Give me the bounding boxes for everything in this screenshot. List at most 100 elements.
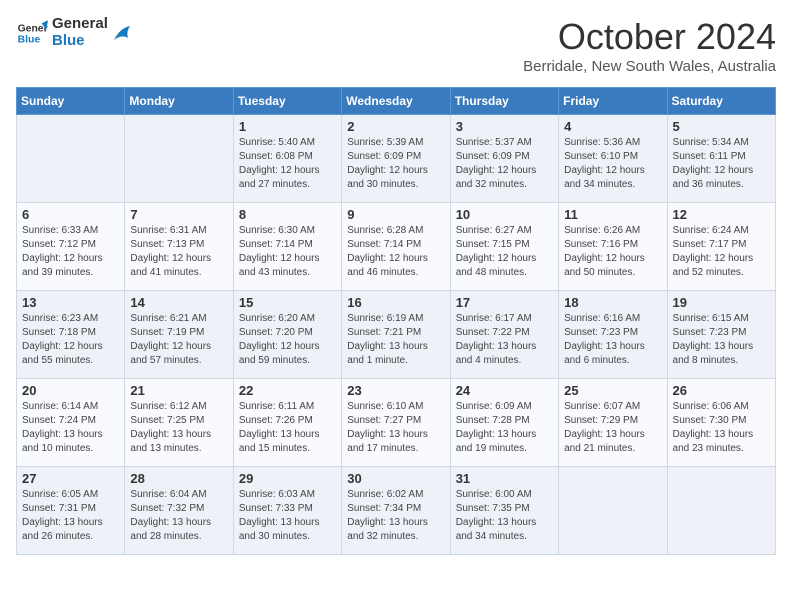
day-number: 31 [456,471,553,486]
day-info: Sunrise: 6:16 AM Sunset: 7:23 PM Dayligh… [564,312,661,368]
day-info: Sunrise: 6:04 AM Sunset: 7:32 PM Dayligh… [130,488,227,544]
day-number: 1 [239,119,336,134]
day-info: Sunrise: 5:37 AM Sunset: 6:09 PM Dayligh… [456,136,553,192]
day-info: Sunrise: 6:15 AM Sunset: 7:23 PM Dayligh… [673,312,770,368]
calendar-cell: 1 Sunrise: 5:40 AM Sunset: 6:08 PM Daylig… [233,115,341,203]
day-info: Sunrise: 6:26 AM Sunset: 7:16 PM Dayligh… [564,224,661,280]
logo-general: General [52,16,108,33]
day-number: 10 [456,207,553,222]
calendar-cell [667,467,775,555]
calendar-cell: 15Sunrise: 6:20 AM Sunset: 7:20 PM Dayli… [233,291,341,379]
calendar-cell: 31Sunrise: 6:00 AM Sunset: 7:35 PM Dayli… [450,467,558,555]
day-number: 22 [239,383,336,398]
header-tuesday: Tuesday [233,88,341,115]
logo-icon: General Blue [16,17,48,49]
day-info: Sunrise: 6:06 AM Sunset: 7:30 PM Dayligh… [673,400,770,456]
title-block: October 2024 Berridale, New South Wales,… [523,16,776,75]
day-number: 7 [130,207,227,222]
calendar-cell: 8Sunrise: 6:30 AM Sunset: 7:14 PM Daylig… [233,203,341,291]
day-info: Sunrise: 6:10 AM Sunset: 7:27 PM Dayligh… [347,400,444,456]
calendar-cell: 27 Sunrise: 6:05 AM Sunset: 7:31 PM Dayli… [17,467,125,555]
calendar-cell: 18 Sunrise: 6:16 AM Sunset: 7:23 PM Dayli… [559,291,667,379]
day-number: 12 [673,207,770,222]
day-number: 25 [564,383,661,398]
day-info: Sunrise: 6:11 AM Sunset: 7:26 PM Dayligh… [239,400,336,456]
calendar-cell: 10Sunrise: 6:27 AM Sunset: 7:15 PM Dayli… [450,203,558,291]
calendar-cell: 2 Sunrise: 5:39 AM Sunset: 6:09 PM Daylig… [342,115,450,203]
calendar-cell: 14 Sunrise: 6:21 AM Sunset: 7:19 PM Dayli… [125,291,233,379]
calendar-cell: 20 Sunrise: 6:14 AM Sunset: 7:24 PM Dayli… [17,379,125,467]
header-saturday: Saturday [667,88,775,115]
calendar-cell: 23 Sunrise: 6:10 AM Sunset: 7:27 PM Dayli… [342,379,450,467]
calendar-cell: 13Sunrise: 6:23 AM Sunset: 7:18 PM Dayli… [17,291,125,379]
day-number: 2 [347,119,444,134]
week-row-4: 20 Sunrise: 6:14 AM Sunset: 7:24 PM Dayli… [17,379,776,467]
calendar-cell: 4Sunrise: 5:36 AM Sunset: 6:10 PM Daylig… [559,115,667,203]
header-row: SundayMondayTuesdayWednesdayThursdayFrid… [17,88,776,115]
day-number: 24 [456,383,553,398]
calendar-cell: 9Sunrise: 6:28 AM Sunset: 7:14 PM Daylig… [342,203,450,291]
week-row-1: 1 Sunrise: 5:40 AM Sunset: 6:08 PM Daylig… [17,115,776,203]
week-row-3: 13Sunrise: 6:23 AM Sunset: 7:18 PM Dayli… [17,291,776,379]
calendar-cell: 28 Sunrise: 6:04 AM Sunset: 7:32 PM Dayli… [125,467,233,555]
calendar-cell: 24 Sunrise: 6:09 AM Sunset: 7:28 PM Dayli… [450,379,558,467]
calendar-cell: 6Sunrise: 6:33 AM Sunset: 7:12 PM Daylig… [17,203,125,291]
day-info: Sunrise: 6:14 AM Sunset: 7:24 PM Dayligh… [22,400,119,456]
calendar-cell: 7Sunrise: 6:31 AM Sunset: 7:13 PM Daylig… [125,203,233,291]
day-number: 5 [673,119,770,134]
header-friday: Friday [559,88,667,115]
week-row-5: 27 Sunrise: 6:05 AM Sunset: 7:31 PM Dayli… [17,467,776,555]
calendar-cell [125,115,233,203]
day-number: 21 [130,383,227,398]
calendar-cell: 3 Sunrise: 5:37 AM Sunset: 6:09 PM Daylig… [450,115,558,203]
day-number: 23 [347,383,444,398]
day-info: Sunrise: 6:28 AM Sunset: 7:14 PM Dayligh… [347,224,444,280]
day-number: 11 [564,207,661,222]
calendar-cell: 5Sunrise: 5:34 AM Sunset: 6:11 PM Daylig… [667,115,775,203]
day-info: Sunrise: 6:09 AM Sunset: 7:28 PM Dayligh… [456,400,553,456]
day-info: Sunrise: 6:24 AM Sunset: 7:17 PM Dayligh… [673,224,770,280]
week-row-2: 6Sunrise: 6:33 AM Sunset: 7:12 PM Daylig… [17,203,776,291]
svg-text:Blue: Blue [18,34,41,45]
calendar-cell: 22 Sunrise: 6:11 AM Sunset: 7:26 PM Dayli… [233,379,341,467]
calendar-cell: 26 Sunrise: 6:06 AM Sunset: 7:30 PM Dayli… [667,379,775,467]
header-monday: Monday [125,88,233,115]
calendar-cell: 16Sunrise: 6:19 AM Sunset: 7:21 PM Dayli… [342,291,450,379]
day-number: 29 [239,471,336,486]
logo-blue: Blue [52,33,108,50]
day-number: 27 [22,471,119,486]
day-info: Sunrise: 6:07 AM Sunset: 7:29 PM Dayligh… [564,400,661,456]
calendar-cell: 17Sunrise: 6:17 AM Sunset: 7:22 PM Dayli… [450,291,558,379]
calendar-cell: 11 Sunrise: 6:26 AM Sunset: 7:16 PM Dayli… [559,203,667,291]
day-info: Sunrise: 5:39 AM Sunset: 6:09 PM Dayligh… [347,136,444,192]
day-info: Sunrise: 6:23 AM Sunset: 7:18 PM Dayligh… [22,312,119,368]
day-number: 4 [564,119,661,134]
calendar-cell: 25 Sunrise: 6:07 AM Sunset: 7:29 PM Dayli… [559,379,667,467]
day-number: 18 [564,295,661,310]
calendar-cell: 19Sunrise: 6:15 AM Sunset: 7:23 PM Dayli… [667,291,775,379]
day-info: Sunrise: 6:30 AM Sunset: 7:14 PM Dayligh… [239,224,336,280]
day-number: 28 [130,471,227,486]
day-number: 3 [456,119,553,134]
day-info: Sunrise: 6:21 AM Sunset: 7:19 PM Dayligh… [130,312,227,368]
calendar-cell: 29 Sunrise: 6:03 AM Sunset: 7:33 PM Dayli… [233,467,341,555]
day-info: Sunrise: 6:05 AM Sunset: 7:31 PM Dayligh… [22,488,119,544]
header-wednesday: Wednesday [342,88,450,115]
day-number: 20 [22,383,119,398]
day-number: 14 [130,295,227,310]
day-number: 26 [673,383,770,398]
calendar-cell [559,467,667,555]
day-info: Sunrise: 6:12 AM Sunset: 7:25 PM Dayligh… [130,400,227,456]
calendar-header: SundayMondayTuesdayWednesdayThursdayFrid… [17,88,776,115]
day-number: 30 [347,471,444,486]
calendar-cell [17,115,125,203]
calendar-cell: 21 Sunrise: 6:12 AM Sunset: 7:25 PM Dayli… [125,379,233,467]
day-info: Sunrise: 6:02 AM Sunset: 7:34 PM Dayligh… [347,488,444,544]
day-info: Sunrise: 5:40 AM Sunset: 6:08 PM Dayligh… [239,136,336,192]
day-info: Sunrise: 6:03 AM Sunset: 7:33 PM Dayligh… [239,488,336,544]
calendar-body: 1 Sunrise: 5:40 AM Sunset: 6:08 PM Daylig… [17,115,776,555]
day-info: Sunrise: 6:19 AM Sunset: 7:21 PM Dayligh… [347,312,444,368]
header-sunday: Sunday [17,88,125,115]
day-info: Sunrise: 6:20 AM Sunset: 7:20 PM Dayligh… [239,312,336,368]
location-subtitle: Berridale, New South Wales, Australia [523,58,776,75]
